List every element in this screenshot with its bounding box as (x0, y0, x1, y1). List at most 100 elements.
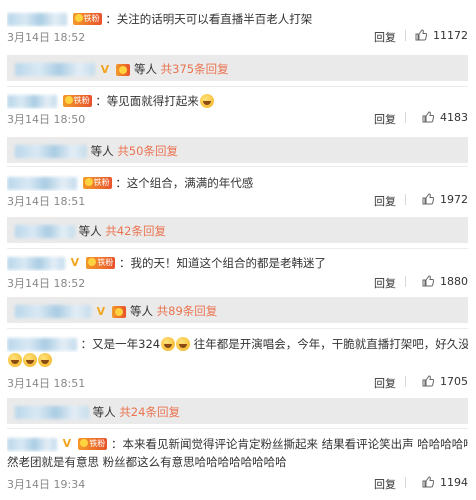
reply-button[interactable]: 回复 (374, 111, 396, 127)
more-replies-link[interactable]: 共375条回复 (161, 62, 229, 76)
fan-badge-icon (112, 305, 127, 318)
like-count: 1880 (440, 275, 468, 288)
sub-replies-4[interactable]: V 等人 共89条回复 (7, 297, 468, 323)
fan-badge-icon (116, 63, 131, 76)
comment-list: 铁粉 ：关注的话明天可以看直播半百老人打架 3月14日 18:52 回复 111… (0, 0, 476, 500)
thumbs-up-icon (415, 29, 427, 41)
verified-v-icon: V (96, 304, 106, 318)
like-count: 1705 (440, 375, 468, 388)
divider (405, 276, 406, 287)
sub-user-names-blurred (15, 145, 87, 158)
divider (405, 477, 406, 488)
divider (7, 166, 468, 167)
sub-replies-2[interactable]: 等人 共50条回复 (7, 137, 468, 163)
divider (405, 194, 406, 205)
sub-user-names-blurred (15, 63, 95, 76)
divider (405, 30, 406, 41)
sub-user-names-blurred (15, 406, 89, 419)
more-replies-link[interactable]: 共42条回复 (105, 224, 166, 238)
reply-button[interactable]: 回复 (374, 375, 396, 391)
like-button[interactable]: 1705 (422, 375, 468, 388)
like-count: 11172 (433, 29, 468, 42)
comment-text: ：这个组合，满满的年代感 (115, 176, 254, 190)
sub-user-names-blurred (15, 225, 75, 238)
timestamp: 3月14日 18:50 (7, 113, 86, 126)
comment-text-cont: 往年都是开演唱会，今年，干脆就直播打架吧，好久没看过了 (193, 337, 468, 351)
verified-v-icon: V (100, 62, 110, 76)
sub-replies-5[interactable]: 等人 共24条回复 (7, 398, 468, 424)
sub-people: 等人 (133, 62, 157, 76)
reply-button[interactable]: 回复 (374, 193, 396, 209)
thumbs-up-icon (422, 375, 434, 387)
laughing-emoji-icon (199, 94, 214, 108)
timestamp: 3月14日 18:52 (7, 277, 86, 290)
user-name-blurred[interactable] (7, 176, 77, 190)
divider (405, 376, 406, 387)
comment-text: ：本来看见新闻觉得评论肯定粉丝撕起来 结果看评论笑出声 哈哈哈哈哈哈哈果 (110, 437, 468, 451)
comment-1-meta: 3月14日 18:52 回复 11172 (7, 29, 468, 45)
like-button[interactable]: 11172 (415, 29, 468, 42)
like-button[interactable]: 1972 (422, 193, 468, 206)
fan-badge: 铁粉 (62, 95, 92, 107)
sub-replies-1[interactable]: V 等人 共375条回复 (7, 55, 468, 81)
comment-text: ：关注的话明天可以看直播半百老人打架 (105, 12, 313, 26)
timestamp: 3月14日 18:51 (7, 377, 86, 390)
comment-2: 铁粉 ：等见面就得打起来 (7, 93, 468, 109)
fan-badge: 铁粉 (72, 13, 102, 25)
user-name-blurred[interactable] (7, 12, 67, 26)
divider (7, 428, 468, 429)
like-count: 4183 (440, 111, 468, 124)
comment-3-meta: 3月14日 18:51 回复 1972 (7, 193, 468, 209)
timestamp: 3月14日 19:34 (7, 478, 86, 491)
like-count: 1194 (440, 476, 468, 489)
comment-5-meta: 3月14日 18:51 回复 1705 (7, 375, 468, 391)
comment-text: ：等见面就得打起来 (95, 94, 199, 108)
more-replies-link[interactable]: 共50条回复 (117, 144, 178, 158)
user-name-blurred[interactable] (7, 94, 57, 108)
laughing-emoji-icon (8, 352, 22, 367)
like-count: 1972 (440, 193, 468, 206)
comment-2-meta: 3月14日 18:50 回复 4183 (7, 111, 468, 127)
comment-3: 铁粉 ：这个组合，满满的年代感 (7, 175, 468, 191)
divider (7, 86, 468, 87)
more-replies-link[interactable]: 共89条回复 (157, 304, 218, 318)
verified-v-icon: V (62, 437, 72, 450)
comment-text: ：我的天！知道这个组合的都是老韩迷了 (118, 256, 326, 270)
thumbs-up-icon (422, 275, 434, 287)
user-name-blurred[interactable] (7, 437, 57, 451)
like-button[interactable]: 1880 (422, 275, 468, 288)
comment-text-cont: 然老团就是有意思 粉丝都这么有意思哈哈哈哈哈哈哈哈 (7, 455, 287, 469)
laughing-emoji-icon (23, 352, 37, 367)
thumbs-up-icon (422, 476, 434, 488)
fan-badge: 铁粉 (82, 177, 112, 189)
comment-4-meta: 3月14日 18:52 回复 1880 (7, 275, 468, 291)
comment-1: 铁粉 ：关注的话明天可以看直播半百老人打架 (7, 11, 468, 27)
fan-badge: 铁粉 (86, 257, 116, 269)
reply-button[interactable]: 回复 (374, 476, 396, 492)
timestamp: 3月14日 18:51 (7, 195, 86, 208)
thumbs-up-icon (422, 111, 434, 123)
divider (7, 328, 468, 329)
sub-people: 等人 (78, 224, 102, 238)
fan-badge: 铁粉 (78, 438, 108, 450)
user-name-blurred[interactable] (7, 256, 65, 270)
laughing-emoji-icon (161, 337, 176, 351)
divider (405, 112, 406, 123)
sub-replies-3[interactable]: 等人 共42条回复 (7, 217, 468, 243)
comment-6-meta: 3月14日 19:34 回复 1194 (7, 476, 468, 492)
reply-button[interactable]: 回复 (374, 275, 396, 291)
user-name-blurred[interactable] (7, 337, 77, 351)
more-replies-link[interactable]: 共24条回复 (119, 405, 180, 419)
sub-people: 等人 (92, 405, 116, 419)
comment-6: V 铁粉 ：本来看见新闻觉得评论肯定粉丝撕起来 结果看评论笑出声 哈哈哈哈哈哈哈… (7, 436, 468, 452)
sub-people: 等人 (129, 304, 153, 318)
like-button[interactable]: 1194 (422, 476, 468, 489)
divider (7, 248, 468, 249)
like-button[interactable]: 4183 (422, 111, 468, 124)
verified-v-icon: V (70, 256, 80, 269)
comment-6-line2: 然老团就是有意思 粉丝都这么有意思哈哈哈哈哈哈哈哈 (7, 454, 468, 470)
sub-user-names-blurred (15, 305, 91, 318)
reply-button[interactable]: 回复 (374, 29, 396, 45)
laughing-emoji-icon (38, 352, 52, 367)
sub-people: 等人 (90, 144, 114, 158)
